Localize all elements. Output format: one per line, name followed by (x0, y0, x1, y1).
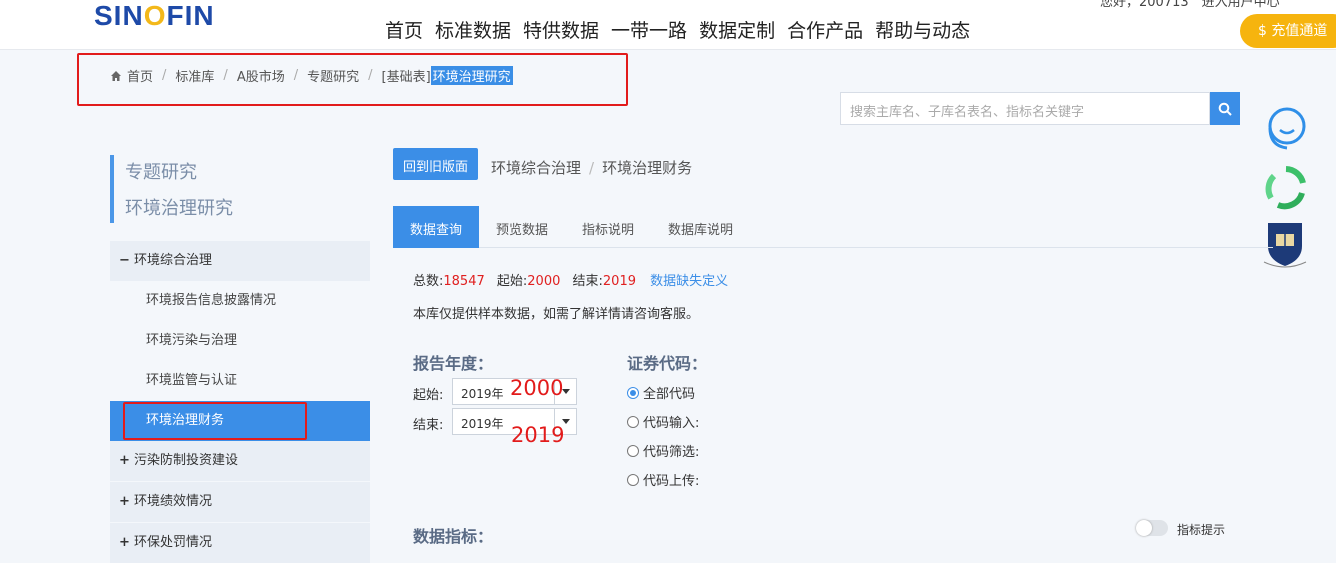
nav-special-data[interactable]: 特供数据 (523, 16, 599, 43)
sinofin-logo[interactable]: SINOFIN (94, 0, 215, 32)
annotation-start-year: 2000 (510, 376, 564, 400)
sidebar-item-label: 污染防制投资建设 (134, 453, 239, 468)
radio-label: 代码筛选: (643, 445, 700, 460)
recharge-label: 充值通道 (1271, 23, 1328, 39)
content-tabs: 数据查询 预览数据 指标说明 数据库说明 (393, 206, 1273, 248)
expand-icon: + (119, 535, 130, 550)
dollar-icon: $ (1258, 23, 1272, 39)
year-start-label: 起始: (413, 388, 444, 403)
sidebar-item-label: 环保处罚情况 (134, 535, 213, 550)
radio-icon (627, 444, 639, 457)
search-icon (1218, 102, 1232, 116)
radio-label: 代码上传: (643, 474, 700, 489)
sidebar-title-topic: 专题研究 (125, 162, 197, 183)
user-center-link[interactable]: 您好，200713 进入用户中心 (1100, 0, 1293, 10)
sub-breadcrumb: 环境综合治理 / 环境治理财务 (491, 157, 692, 178)
annotation-box-menu (123, 402, 307, 440)
missing-data-link[interactable]: 数据缺失定义 (650, 274, 728, 289)
radio-selected-icon (627, 386, 639, 399)
sidebar-item-env-performance[interactable]: + 环境绩效情况 (110, 482, 370, 522)
end-label: 结束: (572, 274, 603, 289)
year-start-value: 2019年 (461, 387, 504, 401)
sub-breadcrumb-parent[interactable]: 环境综合治理 (491, 159, 581, 177)
annotation-end-year: 2019 (511, 423, 565, 447)
radio-code-upload[interactable]: 代码上传: (627, 470, 699, 489)
search-button[interactable] (1210, 92, 1240, 125)
sidebar-item-env-comprehensive[interactable]: − 环境综合治理 (110, 241, 370, 281)
top-navbar: SINOFIN 首页 标准数据 特供数据 一带一路 数据定制 合作产品 帮助与动… (0, 0, 1336, 50)
sidebar-item-env-pollution[interactable]: 环境污染与治理 (110, 321, 370, 361)
nav-partner-products[interactable]: 合作产品 (787, 16, 863, 43)
customer-service-icon[interactable] (1262, 102, 1312, 152)
indicator-hint-toggle[interactable] (1136, 520, 1168, 536)
expand-icon: + (119, 453, 130, 468)
search-input[interactable]: 搜索主库名、子库名表名、指标名关键字 (840, 92, 1210, 125)
radio-label: 全部代码 (643, 387, 696, 402)
sidebar-item-env-penalty[interactable]: + 环保处罚情况 (110, 523, 370, 563)
nav-home[interactable]: 首页 (385, 16, 423, 43)
total-value: 18547 (443, 274, 485, 289)
radio-icon (627, 415, 639, 428)
sub-breadcrumb-current: 环境治理财务 (602, 159, 693, 177)
radio-icon (627, 473, 639, 486)
recharge-button[interactable]: $ 充值通道 (1240, 14, 1336, 48)
expand-icon: + (119, 494, 130, 509)
nav-belt-road[interactable]: 一带一路 (611, 16, 687, 43)
nav-standard-data[interactable]: 标准数据 (435, 16, 511, 43)
security-code-title: 证券代码： (627, 354, 708, 373)
data-indicator-title: 数据指标： (413, 527, 494, 546)
sidebar-title: 专题研究 环境治理研究 (110, 155, 233, 223)
annotation-box-breadcrumb (77, 53, 628, 106)
sidebar-item-label: 环境综合治理 (134, 253, 213, 268)
report-year-title: 报告年度： (413, 354, 494, 373)
sidebar-item-env-supervision[interactable]: 环境监管与认证 (110, 361, 370, 401)
tab-indicator-desc[interactable]: 指标说明 (565, 206, 651, 248)
sidebar-item-env-report[interactable]: 环境报告信息披露情况 (110, 281, 370, 321)
radio-label: 代码输入: (643, 416, 700, 431)
tab-data-query[interactable]: 数据查询 (393, 206, 480, 248)
tab-database-desc[interactable]: 数据库说明 (651, 206, 750, 248)
breadcrumb-separator: / (589, 159, 595, 177)
radio-code-filter[interactable]: 代码筛选: (627, 441, 699, 460)
end-value: 2019 (602, 274, 636, 289)
sidebar-item-pollution-investment[interactable]: + 污染防制投资建设 (110, 441, 370, 481)
collapse-icon: − (119, 253, 130, 268)
sample-notice: 本库仅提供样本数据，如需了解详情请咨询客服。 (413, 307, 700, 322)
radio-all-codes[interactable]: 全部代码 (627, 383, 695, 402)
nav-custom-data[interactable]: 数据定制 (699, 16, 775, 43)
start-label: 起始: (496, 274, 528, 289)
year-end-label: 结束: (413, 418, 444, 433)
sidebar-title-env: 环境治理研究 (125, 198, 233, 219)
sidebar-item-label: 环境绩效情况 (134, 494, 213, 509)
indicator-hint-label: 指标提示 (1177, 523, 1226, 537)
wechat-icon[interactable] (1262, 165, 1310, 211)
stats-line: 总数:18547 起始:2000 结束:2019 数据缺失定义 (413, 270, 728, 289)
start-value: 2000 (527, 274, 561, 289)
tab-preview-data[interactable]: 预览数据 (479, 206, 565, 248)
total-label: 总数: (413, 274, 444, 289)
radio-code-input[interactable]: 代码输入: (627, 412, 699, 431)
back-old-version-button[interactable]: 回到旧版面 (393, 148, 479, 180)
year-end-value: 2019年 (461, 417, 504, 431)
main-nav: 首页 标准数据 特供数据 一带一路 数据定制 合作产品 帮助与动态 (385, 16, 982, 43)
nav-help-news[interactable]: 帮助与动态 (875, 16, 970, 43)
